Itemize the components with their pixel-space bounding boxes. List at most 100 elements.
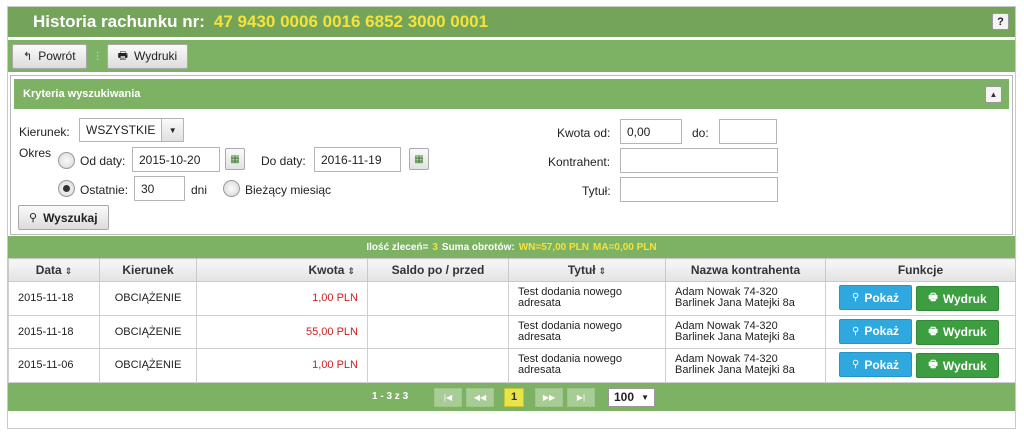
- cell-functions: ⚲ Pokaż 🖶 Wydruk: [825, 281, 1016, 316]
- search-criteria-panel: Kryteria wyszukiwania ▲ Kierunek: WSZYST…: [10, 75, 1013, 235]
- radio-last-days[interactable]: [58, 180, 75, 197]
- chevron-down-icon: ▼: [161, 119, 183, 141]
- search-button[interactable]: ⚲ Wyszukaj: [18, 205, 109, 230]
- toolbar-separator: ⋮: [92, 50, 103, 62]
- next-page-icon: ▶▶: [542, 392, 556, 402]
- results-summary: Ilość zleceń= 3 Suma obrotów: WN=57,00 P…: [8, 236, 1015, 258]
- column-header-title[interactable]: Tytuł ⇕: [508, 258, 666, 282]
- from-date-input[interactable]: 2015-10-20: [132, 147, 220, 172]
- column-header-date[interactable]: Data ⇕: [8, 258, 100, 282]
- cell-date: 2015-11-18: [8, 314, 100, 349]
- results-section: Ilość zleceń= 3 Suma obrotów: WN=57,00 P…: [8, 236, 1016, 429]
- collapse-button[interactable]: ▲: [985, 86, 1002, 103]
- prev-page-button[interactable]: ◀◀: [466, 387, 494, 407]
- cell-date: 2015-11-18: [8, 281, 100, 316]
- first-page-icon: |◀: [443, 392, 453, 402]
- account-number: 47 9430 0006 0016 6852 3000 0001: [213, 12, 489, 31]
- to-date-input[interactable]: 2016-11-19: [314, 147, 401, 172]
- last-page-button[interactable]: ▶|: [567, 387, 595, 407]
- amount-to-input[interactable]: [719, 119, 777, 144]
- magnifier-icon: ⚲: [851, 325, 860, 337]
- last-days-input[interactable]: 30: [134, 176, 185, 201]
- page-title: Historia rachunku nr:: [33, 12, 205, 31]
- page-size-select[interactable]: 100 ▼: [608, 387, 655, 407]
- magnifier-icon: ⚲: [29, 212, 38, 224]
- contractor-input[interactable]: [620, 148, 778, 173]
- print-button[interactable]: 🖶 Wydruk: [916, 353, 999, 379]
- title-bar: Historia rachunku nr: 47 9430 0006 0016 …: [8, 7, 1015, 37]
- chevron-down-icon: ▼: [641, 392, 649, 402]
- current-month-label: Bieżący miesiąc: [245, 183, 332, 197]
- magnifier-icon: ⚲: [851, 292, 860, 304]
- column-header-balance: Saldo po / przed: [367, 258, 509, 282]
- print-button[interactable]: 🖶 Wydruk: [916, 286, 999, 312]
- cell-title: Test dodania nowego adresata: [508, 281, 666, 316]
- printer-icon: 🖶: [928, 292, 938, 304]
- cell-contractor: Adam Nowak 74-320 Barlinek Jana Matejki 8…: [665, 281, 826, 316]
- cell-direction: OBCIĄŻENIE: [99, 314, 197, 349]
- print-button[interactable]: 🖶 Wydruk: [916, 319, 999, 345]
- calendar-icon[interactable]: ▦: [225, 148, 245, 170]
- amount-to-label: do:: [692, 126, 709, 140]
- period-label: Okres: [19, 146, 52, 160]
- cell-balance: [367, 314, 509, 349]
- show-button[interactable]: ⚲ Pokaż: [839, 352, 912, 378]
- cell-contractor: Adam Nowak 74-320 Barlinek Jana Matejki 8…: [665, 314, 826, 349]
- printer-icon: 🖶: [928, 359, 938, 371]
- direction-select[interactable]: WSZYSTKIE ▼: [79, 118, 184, 142]
- sort-icon: ⇕: [64, 266, 73, 276]
- search-panel-header: Kryteria wyszukiwania ▲: [14, 79, 1009, 109]
- wn-value: WN=57,00 PLN: [518, 241, 589, 253]
- prints-button[interactable]: 🖶 Wydruki: [106, 43, 189, 69]
- magnifier-icon: ⚲: [851, 359, 860, 371]
- days-label: dni: [191, 183, 208, 197]
- pagination-info: 1 - 3 z 3: [372, 391, 409, 402]
- amount-from-input[interactable]: 0,00: [620, 119, 682, 144]
- column-header-amount[interactable]: Kwota ⇕: [196, 258, 368, 282]
- radio-current-month[interactable]: [223, 180, 240, 197]
- cell-balance: [367, 281, 509, 316]
- printer-icon: 🖶: [928, 325, 938, 337]
- back-button[interactable]: ↰ Powrót: [12, 43, 87, 69]
- count-value: 3: [432, 241, 438, 253]
- to-date-label: Do daty:: [261, 154, 306, 168]
- toolbar: ↰ Powrót ⋮ 🖶 Wydruki: [8, 40, 1015, 72]
- table-row: 2015-11-06 OBCIĄŻENIE 1,00 PLN Test doda…: [8, 348, 1016, 383]
- contractor-label: Kontrahent:: [548, 155, 611, 169]
- cell-direction: OBCIĄŻENIE: [99, 348, 197, 383]
- column-header-direction: Kierunek: [99, 258, 197, 282]
- next-page-button[interactable]: ▶▶: [535, 387, 563, 407]
- table-row: 2015-11-18 OBCIĄŻENIE 55,00 PLN Test dod…: [8, 314, 1016, 349]
- prev-page-icon: ◀◀: [473, 392, 487, 402]
- calendar-icon[interactable]: ▦: [409, 148, 429, 170]
- direction-select-value: WSZYSTKIE: [86, 123, 156, 137]
- cell-title: Test dodania nowego adresata: [508, 314, 666, 349]
- first-page-button[interactable]: |◀: [434, 387, 462, 407]
- title-label: Tytuł:: [582, 184, 611, 198]
- last-page-icon: ▶|: [576, 392, 586, 402]
- last-label: Ostatnie:: [80, 183, 129, 197]
- cell-functions: ⚲ Pokaż 🖶 Wydruk: [825, 314, 1016, 349]
- help-button[interactable]: ?: [992, 13, 1009, 30]
- table-header-row: Data ⇕ Kierunek Kwota ⇕ Saldo po / przed T…: [8, 258, 1016, 282]
- search-panel-title: Kryteria wyszukiwania: [23, 88, 141, 100]
- column-header-functions: Funkcje: [825, 258, 1016, 282]
- turnover-label: Suma obrotów:: [441, 241, 515, 253]
- cell-balance: [367, 348, 509, 383]
- prints-button-label: Wydruki: [133, 49, 178, 63]
- show-button[interactable]: ⚲ Pokaż: [839, 318, 912, 344]
- back-button-label: Powrót: [38, 49, 76, 63]
- cell-amount: 1,00 PLN: [196, 348, 368, 383]
- cell-amount: 1,00 PLN: [196, 281, 368, 316]
- cell-direction: OBCIĄŻENIE: [99, 281, 197, 316]
- cell-functions: ⚲ Pokaż 🖶 Wydruk: [825, 348, 1016, 383]
- pagination-bar: 1 - 3 z 3 |◀ ◀◀ 1 ▶▶ ▶| 100 ▼: [8, 382, 1015, 411]
- title-input[interactable]: [620, 177, 778, 202]
- current-page-button[interactable]: 1: [504, 387, 524, 407]
- cell-title: Test dodania nowego adresata: [508, 348, 666, 383]
- show-button[interactable]: ⚲ Pokaż: [839, 285, 912, 311]
- radio-from-date[interactable]: [58, 152, 75, 169]
- direction-label: Kierunek:: [19, 125, 70, 139]
- triangle-up-icon: ▲: [989, 90, 998, 99]
- from-date-label: Od daty:: [80, 154, 126, 168]
